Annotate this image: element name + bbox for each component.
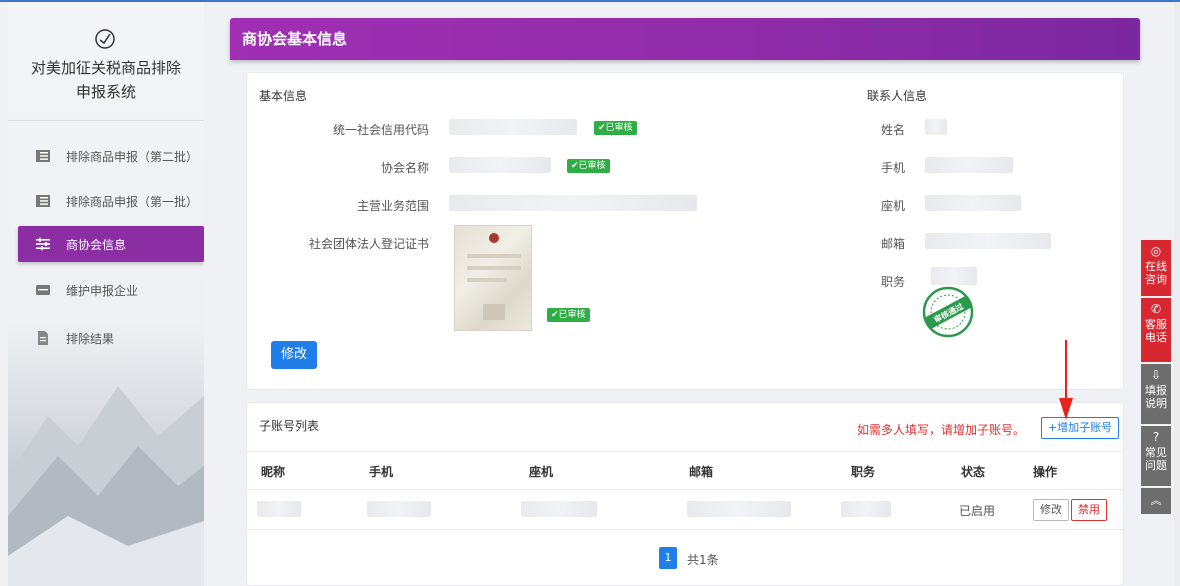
- sidebar-item-label: 排除结果: [66, 331, 115, 346]
- main-content: 商协会基本信息 基本信息 联系人信息 统一社会信用代码 ✔已审核 协会名称 ✔已…: [230, 18, 1140, 586]
- table-top-divider: [247, 451, 1125, 452]
- contact-name-value: [925, 119, 947, 135]
- col-header-status: 状态: [961, 465, 986, 479]
- association-name-verified-badge: ✔已审核: [567, 159, 610, 173]
- filling-guide-button[interactable]: ⇩ 填报 说明: [1141, 364, 1171, 424]
- col-header-mobile: 手机: [369, 465, 394, 479]
- back-to-top-button[interactable]: ︽: [1141, 488, 1171, 514]
- business-scope-value: [449, 195, 697, 211]
- col-header-nickname: 昵称: [261, 465, 286, 479]
- logo-icon: [95, 29, 115, 49]
- table-header-divider: [247, 489, 1125, 490]
- sidebar-item-exclusion-batch1[interactable]: 排除商品申报（第一批）: [18, 183, 204, 219]
- contact-landline-value: [925, 195, 1021, 211]
- subaccount-card: 子账号列表 如需多人填写，请增加子账号。 +增加子账号 昵称 手机 座机 邮箱 …: [246, 402, 1125, 586]
- edit-basic-info-button[interactable]: 修改: [271, 341, 317, 369]
- contact-name-label: 姓名: [880, 123, 905, 137]
- basic-info-card: 基本信息 联系人信息 统一社会信用代码 ✔已审核 协会名称 ✔已审核 主营业务范…: [246, 72, 1124, 390]
- system-title: 对美加征关税商品排除 申报系统: [8, 56, 204, 104]
- credit-code-label: 统一社会信用代码: [332, 123, 429, 137]
- double-chevron-up-icon: ︽: [1150, 494, 1162, 507]
- question-icon: ?: [1152, 430, 1160, 444]
- list-icon: [36, 150, 50, 162]
- inbox-icon: [36, 285, 50, 295]
- faq-label-2: 问题: [1145, 459, 1167, 472]
- document-icon: [38, 331, 48, 345]
- credit-code-verified-badge: ✔已审核: [594, 121, 637, 135]
- row-nickname-value: [257, 501, 301, 517]
- annotation-arrow-icon: [1059, 340, 1073, 420]
- contact-position-value: [931, 267, 977, 285]
- online-consult-label-1: 在线: [1145, 260, 1167, 273]
- pagination-total: 共1条: [687, 553, 719, 567]
- add-subaccount-button[interactable]: +增加子账号: [1041, 417, 1119, 439]
- sidebar-divider: [8, 120, 204, 121]
- sidebar-item-label: 维护申报企业: [66, 283, 139, 298]
- system-title-line2: 申报系统: [75, 83, 136, 101]
- basic-info-title: 基本信息: [259, 89, 308, 103]
- row-edit-button[interactable]: 修改: [1033, 499, 1069, 521]
- row-position-value: [841, 501, 891, 517]
- contact-landline-label: 座机: [880, 199, 905, 213]
- service-phone-button[interactable]: ✆ 客服 电话: [1141, 298, 1171, 362]
- filling-guide-label-2: 说明: [1145, 397, 1167, 410]
- row-mobile-value: [367, 501, 431, 517]
- list-icon: [36, 195, 50, 207]
- chat-icon: ◎: [1150, 244, 1162, 258]
- certificate-image[interactable]: [454, 225, 532, 331]
- association-name-label: 协会名称: [380, 161, 429, 175]
- business-scope-label: 主营业务范围: [356, 199, 429, 213]
- service-phone-label-2: 电话: [1145, 331, 1167, 344]
- contact-email-label: 邮箱: [880, 237, 905, 251]
- certificate-label: 社会团体法人登记证书: [308, 237, 429, 251]
- mountain-background: [8, 386, 204, 586]
- certificate-seal-icon: [467, 233, 521, 320]
- sliders-icon: [36, 237, 50, 251]
- contact-mobile-label: 手机: [880, 161, 905, 175]
- phone-icon: ✆: [1150, 302, 1162, 316]
- subaccount-title: 子账号列表: [259, 419, 320, 433]
- contact-email-value: [925, 233, 1051, 249]
- col-header-email: 邮箱: [689, 465, 714, 479]
- approved-stamp-icon: 审核通过: [922, 286, 974, 338]
- certificate-verified-badge: ✔已审核: [547, 308, 590, 322]
- faq-label-1: 常见: [1145, 446, 1167, 459]
- contact-info-title: 联系人信息: [867, 89, 928, 103]
- row-status: 已启用: [959, 504, 996, 518]
- sidebar-item-association-info[interactable]: 商协会信息: [18, 226, 204, 262]
- page-title: 商协会基本信息: [230, 18, 1140, 60]
- faq-button[interactable]: ? 常见 问题: [1141, 426, 1171, 486]
- sidebar-item-exclusion-results[interactable]: 排除结果: [18, 320, 204, 356]
- association-name-value: [449, 157, 551, 173]
- online-consult-label-2: 咨询: [1145, 273, 1167, 286]
- sidebar-item-label: 排除商品申报（第二批）: [66, 149, 199, 164]
- col-header-actions: 操作: [1033, 465, 1058, 479]
- page-scrollbar[interactable]: [1174, 2, 1180, 586]
- system-title-line1: 对美加征关税商品排除: [30, 59, 181, 77]
- row-landline-value: [521, 501, 597, 517]
- sidebar-item-exclusion-batch2[interactable]: 排除商品申报（第二批）: [18, 138, 204, 174]
- subaccount-hint: 如需多人填写，请增加子账号。: [857, 423, 1026, 437]
- sidebar-item-label: 排除商品申报（第一批）: [66, 194, 199, 209]
- contact-position-label: 职务: [880, 275, 905, 289]
- sidebar-item-label: 商协会信息: [66, 237, 127, 252]
- row-disable-button[interactable]: 禁用: [1071, 499, 1107, 521]
- service-phone-label-1: 客服: [1145, 318, 1167, 331]
- table-bottom-divider: [247, 529, 1125, 530]
- col-header-position: 职务: [851, 465, 876, 479]
- pagination-current-page[interactable]: 1: [659, 547, 677, 569]
- online-consult-button[interactable]: ◎ 在线 咨询: [1141, 240, 1171, 296]
- filling-guide-label-1: 填报: [1145, 384, 1167, 397]
- sidebar: 对美加征关税商品排除 申报系统 排除商品申报（第二批） 排除商品申报（第一批） …: [8, 2, 204, 586]
- download-doc-icon: ⇩: [1150, 368, 1162, 382]
- col-header-landline: 座机: [529, 465, 554, 479]
- sidebar-item-maintain-enterprises[interactable]: 维护申报企业: [18, 272, 204, 308]
- contact-mobile-value: [925, 157, 1013, 173]
- credit-code-value: [449, 119, 577, 135]
- row-email-value: [687, 501, 791, 517]
